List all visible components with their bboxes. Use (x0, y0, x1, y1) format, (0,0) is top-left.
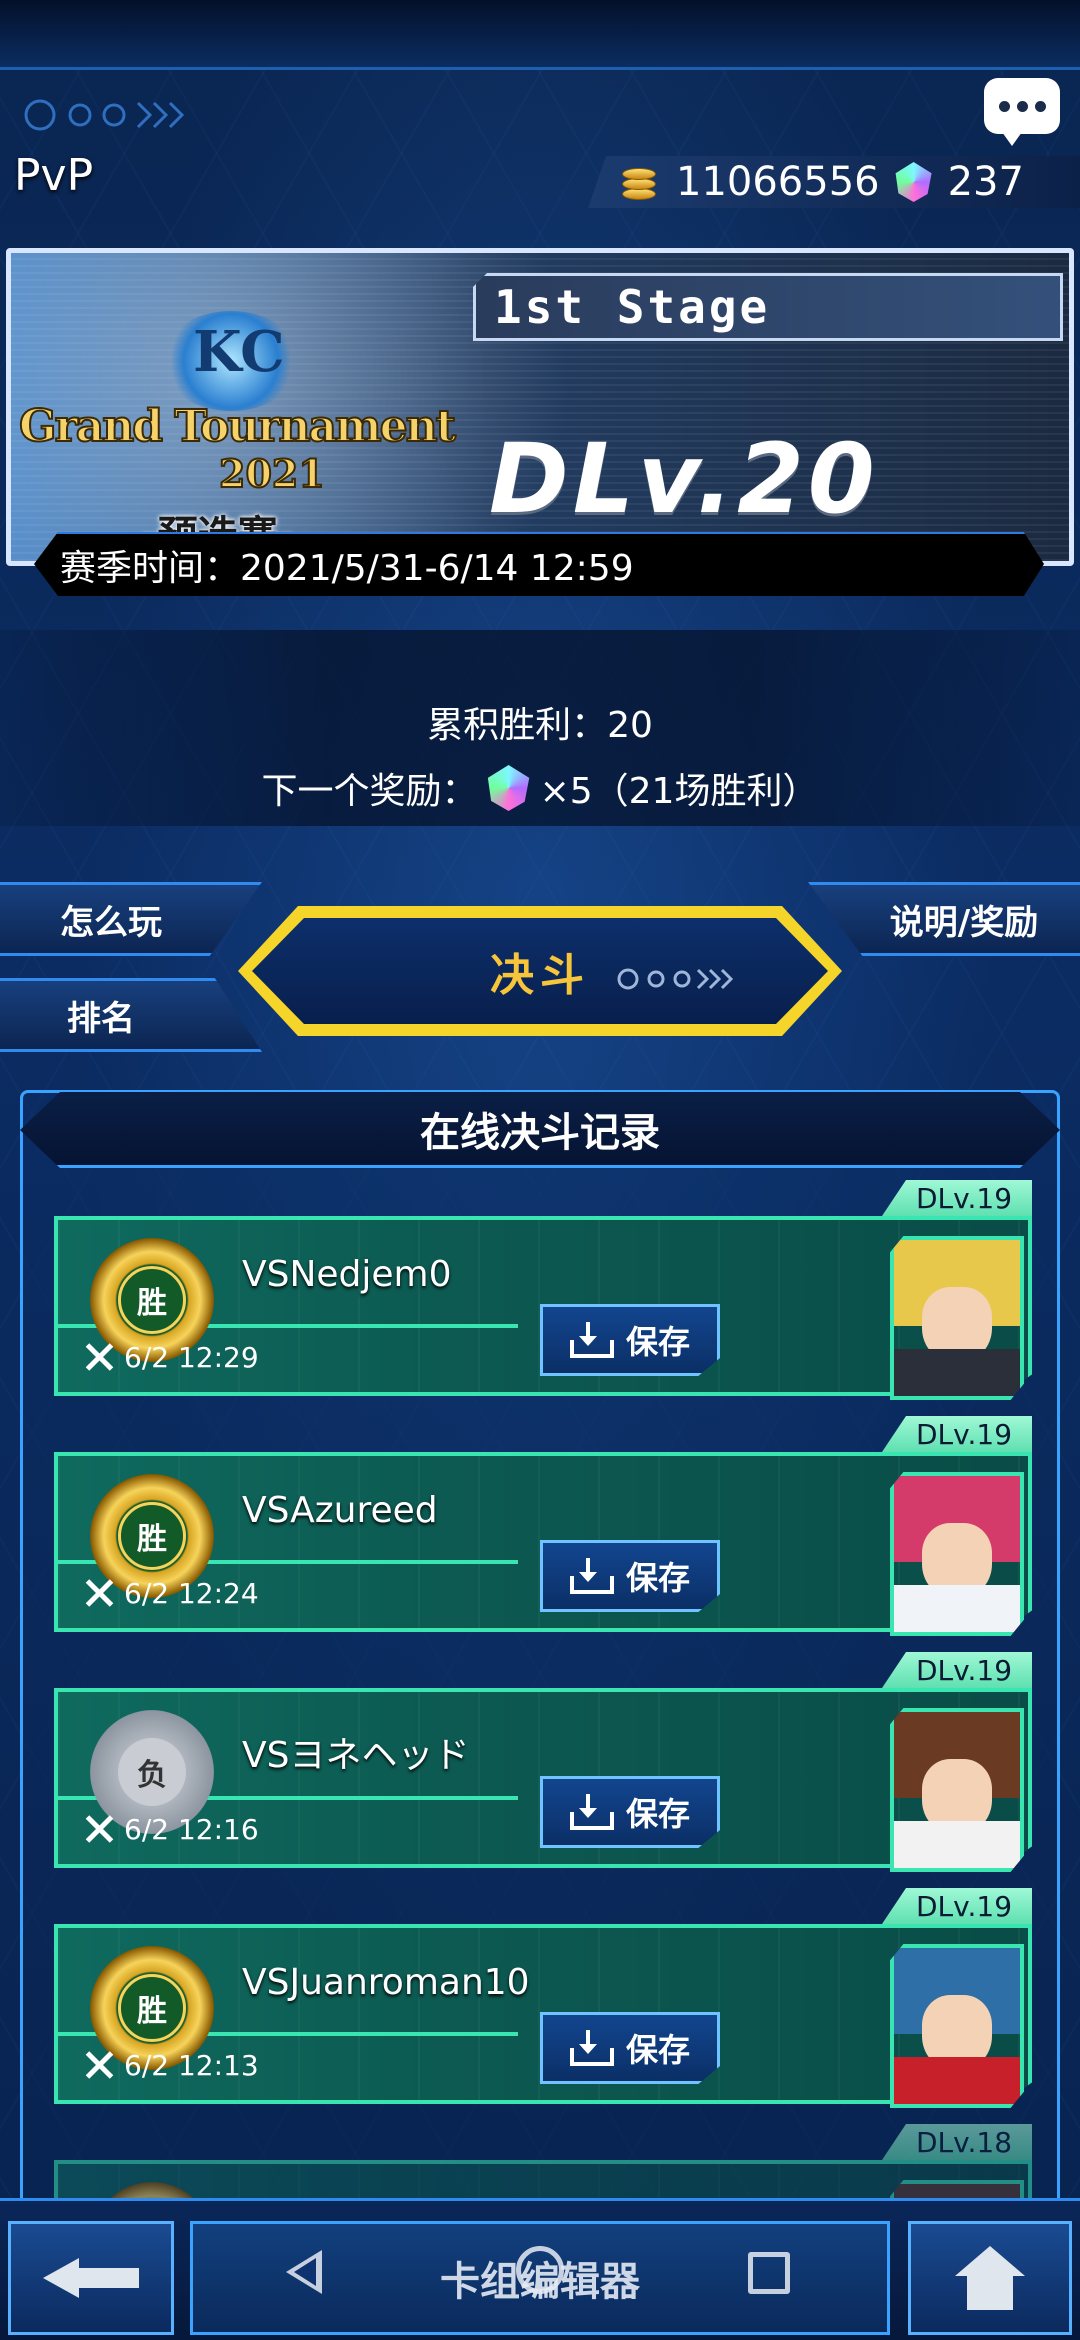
crossed-swords-icon (82, 1340, 116, 1374)
save-label: 保存 (625, 1795, 690, 1833)
result-label: 胜 (118, 1266, 186, 1334)
download-icon (569, 1558, 614, 1594)
duel-record[interactable]: DLv.19 胜 VSNedjem0 6/2 12:29 保存 (54, 1180, 1032, 1400)
duel-time: 6/2 12:16 (82, 1812, 259, 1846)
opponent-level: DLv.19 (882, 1180, 1032, 1216)
next-reward: 下一个奖励： ×5（21场胜利） (0, 762, 1080, 814)
result-label: 负 (118, 1738, 186, 1806)
result-label: 胜 (118, 1502, 186, 1570)
next-reward-suffix: ×5（21场胜利） (539, 771, 819, 812)
gem-count: 237 (947, 159, 1024, 205)
duel-record[interactable]: DLv.19 胜 VSJuanroman10 6/2 12:13 保存 (54, 1888, 1032, 2108)
duel-time-text: 6/2 12:13 (124, 2048, 259, 2082)
opponent-level: DLv.19 (882, 1416, 1032, 1452)
chat-dot (1034, 100, 1046, 112)
save-replay-button[interactable]: 保存 (540, 2012, 720, 2084)
result-label: 胜 (118, 1974, 186, 2042)
avatar-coat (894, 1585, 1020, 1632)
top-strip (0, 0, 1080, 70)
logo-emblem-text: KC (193, 319, 285, 385)
opponent-avatar (890, 1708, 1024, 1872)
download-icon (569, 1322, 614, 1358)
duelist-level: DLv.20 (489, 423, 879, 535)
grand-tournament-logo: KC Grand Tournament 2021 -预选赛- (11, 301, 481, 559)
gem-icon (487, 765, 530, 811)
save-label: 保存 (625, 2031, 690, 2069)
system-back-icon[interactable] (286, 2250, 322, 2294)
duel-record[interactable]: DLv.19 胜 VSAzureed 6/2 12:24 保存 (54, 1416, 1032, 1636)
download-icon (569, 1794, 614, 1830)
opponent-level: DLv.18 (882, 2124, 1032, 2160)
circuit-decoration (24, 99, 185, 131)
chat-dot (998, 100, 1010, 112)
back-arrow-icon (43, 2258, 139, 2298)
home-button[interactable] (908, 2221, 1072, 2335)
opponent-name: VSJuanroman10 (242, 1962, 530, 2003)
opponent-name: VSヨネヘッド (242, 1735, 470, 1776)
save-replay-button[interactable]: 保存 (540, 1304, 720, 1376)
system-home-icon[interactable] (516, 2246, 564, 2294)
back-button[interactable] (8, 2221, 174, 2335)
download-icon (569, 2030, 614, 2066)
gem-icon (895, 162, 932, 202)
stage-label: 1st Stage (494, 280, 771, 334)
duel-time-text: 6/2 12:24 (124, 1576, 259, 1610)
duel-button-label: 决斗 (490, 950, 590, 1001)
opponent-name: VSNedjem0 (242, 1254, 452, 1295)
duel-time: 6/2 12:24 (82, 1576, 259, 1610)
duel-record[interactable]: DLv.19 负 VSヨネヘッド 6/2 12:16 保存 (54, 1652, 1032, 1872)
avatar-coat (894, 1821, 1020, 1868)
stage-label-box: 1st Stage (473, 273, 1063, 341)
home-icon (955, 2246, 1025, 2310)
crossed-swords-icon (82, 1576, 116, 1610)
duel-time-text: 6/2 12:16 (124, 1812, 259, 1846)
opponent-avatar (890, 1236, 1024, 1400)
system-recents-icon[interactable] (748, 2252, 790, 2294)
opponent-avatar (890, 1472, 1024, 1636)
currency-bar: 11066556 237 (588, 156, 1080, 208)
avatar-coat (894, 2057, 1020, 2104)
logo-title: Grand Tournament (18, 400, 457, 453)
save-label: 保存 (625, 1559, 690, 1597)
chat-bubble-icon[interactable] (984, 78, 1060, 146)
opponent-level: DLv.19 (882, 1652, 1032, 1688)
total-wins: 累积胜利：20 (427, 705, 653, 746)
save-label: 保存 (625, 1323, 690, 1361)
gold-coins-icon (618, 160, 662, 204)
duel-circuit-decoration (617, 968, 734, 990)
save-replay-button[interactable]: 保存 (540, 1540, 720, 1612)
coin-count: 11066556 (676, 159, 880, 205)
save-replay-button[interactable]: 保存 (540, 1776, 720, 1848)
opponent-level: DLv.19 (882, 1888, 1032, 1924)
duel-time: 6/2 12:13 (82, 2048, 259, 2082)
opponent-name: VSAzureed (242, 1490, 438, 1531)
crossed-swords-icon (82, 2048, 116, 2082)
duel-time: 6/2 12:29 (82, 1340, 259, 1374)
chat-dot (1016, 100, 1028, 112)
season-time: 赛季时间：2021/5/31-6/14 12:59 (60, 548, 634, 589)
avatar-coat (894, 1349, 1020, 1396)
next-reward-prefix: 下一个奖励： (261, 771, 478, 812)
opponent-avatar (890, 1944, 1024, 2108)
page-title: PvP (14, 150, 94, 201)
duel-log-header: 在线决斗记录 (20, 1092, 1060, 1168)
duel-time-text: 6/2 12:29 (124, 1340, 259, 1374)
crossed-swords-icon (82, 1812, 116, 1846)
event-banner[interactable]: KC Grand Tournament 2021 -预选赛- 1st Stage… (6, 248, 1074, 566)
season-time-bar: 赛季时间：2021/5/31-6/14 12:59 (34, 532, 1044, 596)
duel-log-title: 在线决斗记录 (420, 1109, 660, 1156)
logo-year: 2021 (218, 450, 326, 497)
